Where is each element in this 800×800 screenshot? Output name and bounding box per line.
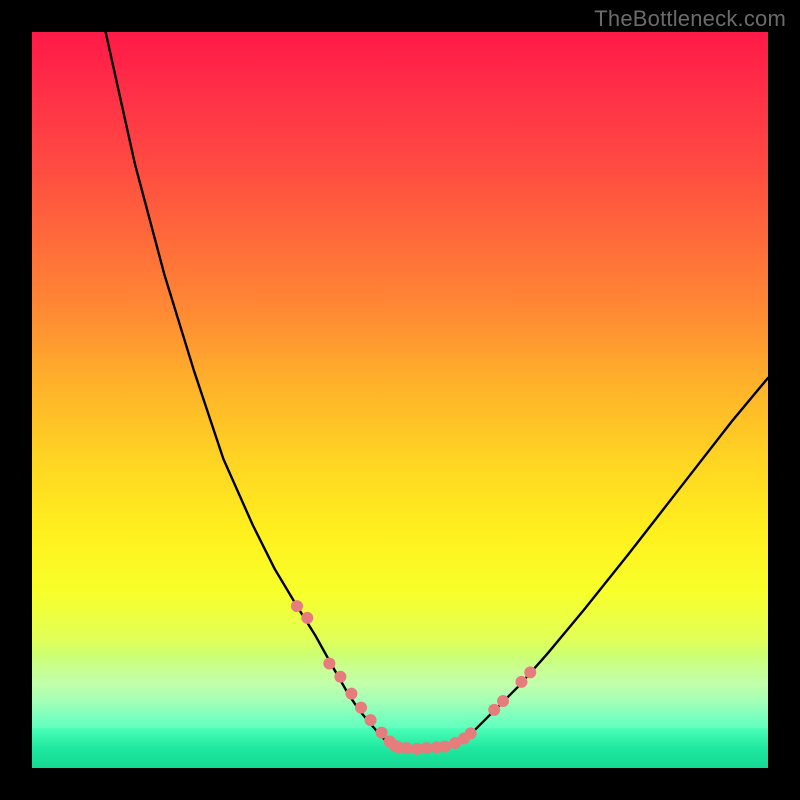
data-marker	[323, 657, 335, 669]
data-marker	[488, 704, 500, 716]
data-marker	[365, 714, 377, 726]
data-marker	[421, 742, 433, 754]
chart-stage: TheBottleneck.com	[0, 0, 800, 800]
plot-area	[32, 32, 768, 768]
data-marker	[345, 688, 357, 700]
bottleneck-curve	[106, 32, 397, 747]
data-marker	[439, 741, 451, 753]
data-marker	[465, 727, 477, 739]
data-marker	[291, 600, 303, 612]
data-marker	[355, 702, 367, 714]
curve-layer	[32, 32, 768, 768]
bottleneck-curve	[448, 378, 768, 747]
data-marker	[497, 695, 509, 707]
attribution-text: TheBottleneck.com	[594, 6, 786, 32]
data-marker	[301, 612, 313, 624]
data-marker	[515, 676, 527, 688]
data-marker	[401, 742, 413, 754]
data-marker	[334, 671, 346, 683]
data-marker	[376, 727, 388, 739]
data-marker	[524, 666, 536, 678]
